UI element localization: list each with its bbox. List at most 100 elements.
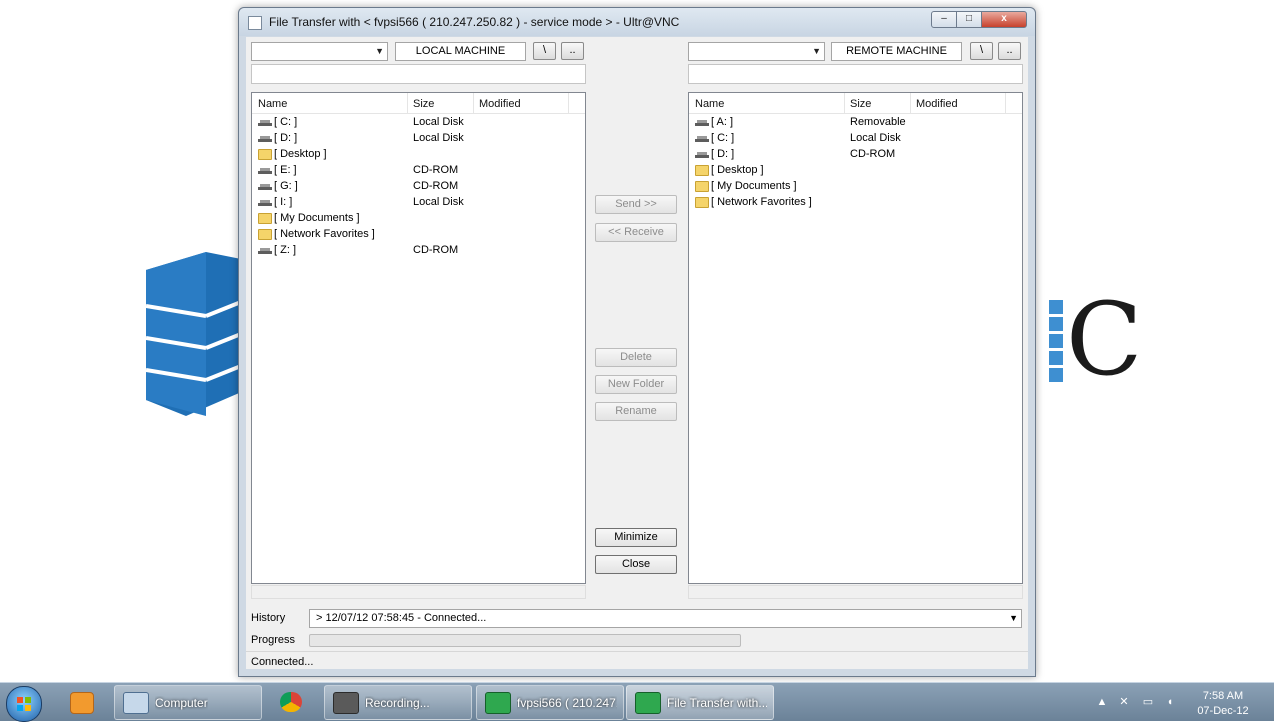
taskbar-item-vnc-viewer[interactable]: fvpsi566 ( 210.247.... <box>476 685 624 720</box>
minimize-button[interactable]: Minimize <box>595 528 677 547</box>
taskbar-item-recording[interactable]: Recording... <box>324 685 472 720</box>
chrome-icon <box>280 692 302 712</box>
column-header-modified[interactable]: Modified <box>479 98 521 110</box>
clock-date[interactable]: 07-Dec-12 <box>1188 705 1258 717</box>
chevron-down-icon: ▼ <box>1009 613 1018 623</box>
list-item[interactable]: [ C: ] Local Disk <box>252 115 585 131</box>
delete-button[interactable]: Delete <box>595 348 677 367</box>
folder-icon <box>695 181 709 192</box>
drive-icon <box>258 245 272 256</box>
computer-icon <box>123 692 149 714</box>
column-header-modified[interactable]: Modified <box>916 98 958 110</box>
local-machine-label: LOCAL MACHINE <box>395 42 526 61</box>
close-button[interactable]: Close <box>595 555 677 574</box>
new-folder-button[interactable]: New Folder <box>595 375 677 394</box>
list-item[interactable]: [ I: ] Local Disk <box>252 195 585 211</box>
remote-horizontal-scrollbar[interactable] <box>688 585 1023 599</box>
clock-time[interactable]: 7:58 AM <box>1188 690 1258 702</box>
ultravnc-wordmark-icon: C <box>1030 290 1143 393</box>
drive-icon <box>258 133 272 144</box>
local-path-field[interactable] <box>251 64 586 84</box>
list-item[interactable]: [ Network Favorites ] <box>252 227 585 243</box>
local-file-list[interactable]: Name Size Modified [ C: ] Local Disk [ D… <box>251 92 586 584</box>
title-bar[interactable]: File Transfer with < fvpsi566 ( 210.247.… <box>239 8 1035 36</box>
chevron-down-icon: ▼ <box>812 46 821 56</box>
show-hidden-icons-icon[interactable]: ▲ <box>1096 696 1108 708</box>
remote-machine-label: REMOTE MACHINE <box>831 42 962 61</box>
taskbar: Computer Recording... fvpsi566 ( 210.247… <box>0 682 1274 722</box>
list-item[interactable]: [ My Documents ] <box>689 179 1022 195</box>
remote-up-button[interactable]: .. <box>998 42 1021 60</box>
list-item[interactable]: [ Desktop ] <box>252 147 585 163</box>
volume-icon[interactable]: ◖ <box>1164 696 1176 708</box>
list-item[interactable]: [ D: ] Local Disk <box>252 131 585 147</box>
send-button[interactable]: Send >> <box>595 195 677 214</box>
folder-icon <box>258 149 272 160</box>
window-title: File Transfer with < fvpsi566 ( 210.247.… <box>269 15 680 29</box>
window-icon <box>248 16 262 30</box>
chevron-down-icon: ▼ <box>375 46 384 56</box>
action-center-icon[interactable]: ▭ <box>1142 696 1154 708</box>
drive-icon <box>695 117 709 128</box>
history-dropdown[interactable]: > 12/07/12 07:58:45 - Connected... ▼ <box>309 609 1022 628</box>
progress-label: Progress <box>251 634 296 646</box>
drive-icon <box>258 165 272 176</box>
window-client-area: ▼ LOCAL MACHINE \ .. ▼ REMOTE MACHINE \ … <box>246 37 1028 669</box>
list-item[interactable]: [ Z: ] CD-ROM <box>252 243 585 259</box>
receive-button[interactable]: << Receive <box>595 223 677 242</box>
window-minimize-button[interactable]: – <box>931 11 957 28</box>
list-item[interactable]: [ G: ] CD-ROM <box>252 179 585 195</box>
folder-icon <box>695 165 709 176</box>
folder-icon <box>695 197 709 208</box>
chrome-pinned[interactable] <box>264 686 320 718</box>
column-header-size[interactable]: Size <box>850 98 871 110</box>
local-root-button[interactable]: \ <box>533 42 556 60</box>
remote-path-field[interactable] <box>688 64 1023 84</box>
list-item[interactable]: [ D: ] CD-ROM <box>689 147 1022 163</box>
history-value: > 12/07/12 07:58:45 - Connected... <box>316 612 487 624</box>
windows-logo-icon <box>17 697 31 711</box>
folder-icon <box>258 229 272 240</box>
desktop: C File Transfer with < fvpsi566 ( 210.24… <box>0 0 1274 722</box>
list-item[interactable]: [ C: ] Local Disk <box>689 131 1022 147</box>
remote-file-list[interactable]: Name Size Modified [ A: ] Removable [ C:… <box>688 92 1023 584</box>
media-player-pinned[interactable] <box>54 686 110 718</box>
media-player-icon <box>70 692 94 714</box>
start-button[interactable] <box>6 686 42 722</box>
drive-icon <box>258 117 272 128</box>
progress-bar <box>309 634 741 647</box>
remote-drive-dropdown[interactable]: ▼ <box>688 42 825 61</box>
local-list-header: Name Size Modified <box>252 93 585 114</box>
ultravnc-icon <box>635 692 661 714</box>
file-transfer-window: File Transfer with < fvpsi566 ( 210.247.… <box>238 7 1036 677</box>
local-horizontal-scrollbar[interactable] <box>251 585 586 599</box>
column-header-name[interactable]: Name <box>695 98 724 110</box>
network-icon[interactable]: ✕ <box>1118 696 1130 708</box>
list-item[interactable]: [ A: ] Removable <box>689 115 1022 131</box>
history-label: History <box>251 612 286 624</box>
list-item[interactable]: [ E: ] CD-ROM <box>252 163 585 179</box>
system-tray: ▲ ✕ ▭ ◖ 7:58 AM 07-Dec-12 <box>1092 685 1272 719</box>
remote-list-header: Name Size Modified <box>689 93 1022 114</box>
ultravnc-logo-icon <box>146 252 246 416</box>
column-header-name[interactable]: Name <box>258 98 287 110</box>
local-up-button[interactable]: .. <box>561 42 584 60</box>
status-bar: Connected... <box>246 651 1028 670</box>
drive-icon <box>695 133 709 144</box>
list-item[interactable]: [ My Documents ] <box>252 211 585 227</box>
window-maximize-button[interactable]: □ <box>956 11 982 28</box>
window-close-button[interactable]: x <box>981 11 1027 28</box>
drive-icon <box>695 149 709 160</box>
list-item[interactable]: [ Network Favorites ] <box>689 195 1022 211</box>
drive-icon <box>258 197 272 208</box>
taskbar-item-file-transfer[interactable]: File Transfer with... <box>626 685 774 720</box>
list-item[interactable]: [ Desktop ] <box>689 163 1022 179</box>
remote-root-button[interactable]: \ <box>970 42 993 60</box>
ultravnc-icon <box>485 692 511 714</box>
taskbar-item-computer[interactable]: Computer <box>114 685 262 720</box>
status-text: Connected... <box>251 656 314 668</box>
drive-icon <box>258 181 272 192</box>
column-header-size[interactable]: Size <box>413 98 434 110</box>
local-drive-dropdown[interactable]: ▼ <box>251 42 388 61</box>
rename-button[interactable]: Rename <box>595 402 677 421</box>
